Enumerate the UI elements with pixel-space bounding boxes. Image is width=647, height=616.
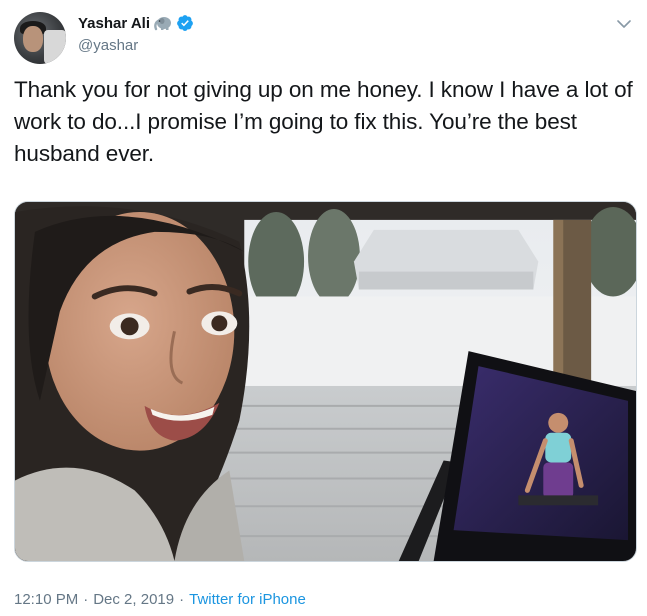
tweet-card: Yashar Ali @yashar Thank you for not giv…	[0, 0, 647, 616]
meta-separator-2: ·	[179, 591, 185, 608]
verified-badge-icon	[176, 14, 194, 32]
tweet-meta: 12:10 PM · Dec 2, 2019 · Twitter for iPh…	[14, 591, 306, 608]
tweet-source-link[interactable]: Twitter for iPhone	[189, 591, 306, 608]
elephant-icon	[154, 15, 172, 31]
author-handle[interactable]: @yashar	[78, 37, 138, 54]
tweet-text: Thank you for not giving up on me honey.…	[14, 77, 633, 166]
tweet-time[interactable]: 12:10 PM	[14, 591, 78, 608]
author-display-name[interactable]: Yashar Ali	[78, 15, 150, 32]
tweet-photo[interactable]	[14, 201, 637, 562]
photo-illustration	[15, 202, 636, 561]
avatar[interactable]	[14, 12, 66, 64]
author-name-row: Yashar Ali	[78, 14, 194, 32]
tweet-date[interactable]: Dec 2, 2019	[93, 591, 174, 608]
chevron-down-icon[interactable]	[617, 16, 631, 28]
meta-separator: ·	[83, 591, 89, 608]
